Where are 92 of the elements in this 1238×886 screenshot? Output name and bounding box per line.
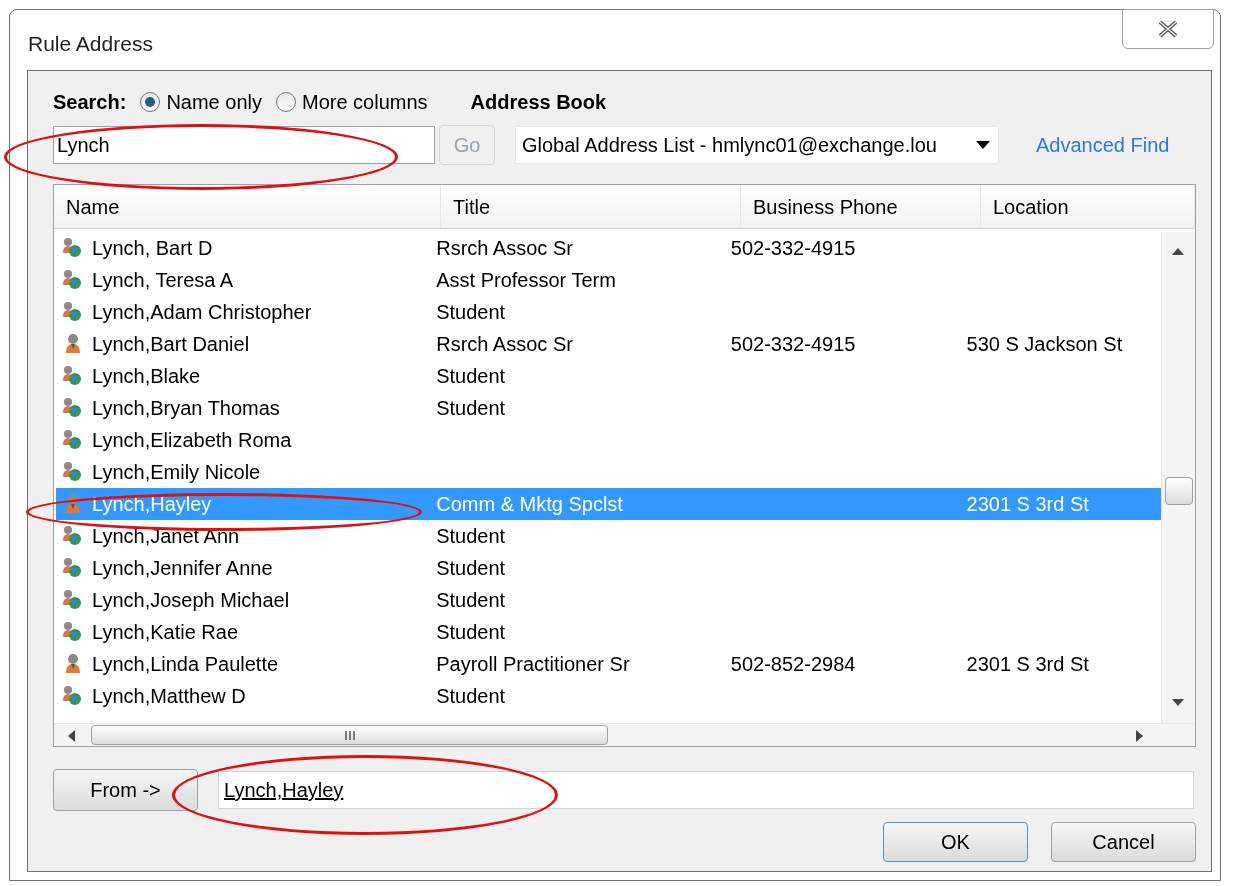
contact-globe-icon: [62, 461, 84, 483]
scroll-down-icon: [1172, 699, 1184, 706]
radio-label[interactable]: More columns: [302, 87, 428, 117]
contact-globe-icon: [62, 589, 84, 611]
scroll-up-icon: [1172, 248, 1184, 255]
name-cell-text: Lynch,Matthew D: [92, 684, 246, 709]
name-cell-text: Lynch,Katie Rae: [92, 620, 238, 645]
name-cell-text: Lynch,Elizabeth Roma: [92, 428, 292, 453]
title-cell: Student: [436, 589, 506, 611]
location-cell: 530 S Jackson St: [966, 333, 1123, 355]
name-cell-text: Lynch,Joseph Michael: [92, 588, 290, 613]
dropdown-value: Global Address List - hmlync01@exchange.lou: [522, 133, 938, 158]
location-cell: 2301 S 3rd St: [966, 653, 1089, 675]
name-cell-text: Lynch,Janet Ann: [92, 524, 240, 549]
dropdown-arrow-icon: [976, 141, 990, 149]
contact-row[interactable]: Lynch, Bart D Rsrch Assoc Sr 502-332-4915: [56, 232, 1161, 264]
name-cell-text: Lynch,Linda Paulette: [92, 652, 279, 677]
name-cell-text: Lynch,Adam Christopher: [92, 300, 312, 325]
column-header[interactable]: Location: [981, 185, 1195, 228]
phone-cell: 502-332-4915: [730, 237, 856, 259]
contact-globe-icon: [62, 269, 84, 291]
contact-globe-icon: [62, 525, 84, 547]
contact-row[interactable]: Lynch,Katie Rae Student: [56, 616, 1161, 648]
title-cell: Student: [436, 557, 506, 579]
scrollbar-thumb[interactable]: [1165, 477, 1193, 505]
title-cell: Rsrch Assoc Sr: [436, 333, 573, 355]
contact-globe-icon: [62, 429, 84, 451]
title-cell: Student: [436, 301, 506, 323]
contact-globe-icon: [62, 685, 84, 707]
contact-row[interactable]: Lynch,Adam Christopher Student: [56, 296, 1161, 328]
phone-cell: 502-332-4915: [730, 333, 856, 355]
location-cell: 2301 S 3rd St: [966, 493, 1089, 515]
title-cell: Rsrch Assoc Sr: [436, 237, 573, 259]
horizontal-scrollbar[interactable]: [54, 723, 1195, 746]
address-book-label: Address Book: [470, 90, 607, 115]
radio-button[interactable]: [276, 92, 296, 112]
contact-globe-icon: [62, 397, 84, 419]
column-header[interactable]: Title: [441, 185, 741, 228]
title-cell: Student: [436, 621, 506, 643]
contact-row[interactable]: Lynch,Linda Paulette Payroll Practitioner Sr 502-852-2984 2301 S 3rd St: [56, 648, 1161, 680]
contact-globe-icon: [62, 365, 84, 387]
title-cell: Comm & Mktg Spclst: [436, 493, 623, 515]
grip-icon: [344, 730, 355, 740]
contact-globe-icon: [62, 557, 84, 579]
name-cell-text: Lynch, Teresa A: [92, 268, 234, 293]
close-button[interactable]: [1122, 9, 1214, 49]
search-field[interactable]: Lynch: [53, 126, 435, 164]
contact-row[interactable]: Lynch, Teresa A Asst Professor Term: [56, 264, 1161, 296]
close-icon: [1157, 20, 1179, 38]
name-cell-text: Lynch,Blake: [92, 364, 201, 389]
scroll-right-icon: [1136, 730, 1143, 742]
title-cell: Student: [436, 365, 506, 387]
column-header[interactable]: Name: [54, 185, 441, 228]
name-cell-text: Lynch,Bart Daniel: [92, 332, 250, 357]
advanced-find-link[interactable]: Advanced Find: [1036, 130, 1170, 160]
name-cell-text: Lynch,Emily Nicole: [92, 460, 261, 485]
contact-row[interactable]: Lynch,Jennifer Anne Student: [56, 552, 1161, 584]
contact-globe-icon: [62, 301, 84, 323]
search-label: Search:: [53, 90, 127, 115]
contact-globe-icon: [62, 237, 84, 259]
cancel-button[interactable]: Cancel: [1051, 822, 1196, 862]
vertical-scrollbar[interactable]: [1161, 232, 1195, 723]
radio-button[interactable]: [140, 92, 161, 112]
phone-cell: 502-852-2984: [730, 653, 856, 675]
column-header[interactable]: Business Phone: [741, 185, 981, 228]
contact-row[interactable]: Lynch,Janet Ann Student: [56, 520, 1161, 552]
contact-row[interactable]: Lynch,Matthew D Student: [56, 680, 1161, 712]
name-cell-text: Lynch,Jennifer Anne: [92, 556, 273, 581]
from-button[interactable]: From ->: [53, 769, 198, 811]
name-cell-text: Lynch,Bryan Thomas: [92, 396, 280, 421]
title-cell: Payroll Practitioner Sr: [436, 653, 630, 675]
title-cell: Asst Professor Term: [436, 269, 616, 291]
title-cell: Student: [436, 525, 506, 547]
contact-row[interactable]: Lynch,Bart Daniel Rsrch Assoc Sr 502-332-4915 530 S Jackson St: [56, 328, 1161, 360]
ok-button[interactable]: OK: [883, 822, 1028, 862]
window-title: Rule Address: [28, 31, 153, 57]
contact-globe-icon: [62, 621, 84, 643]
title-cell: Student: [436, 685, 506, 707]
name-cell-text: Lynch, Bart D: [92, 236, 213, 261]
recipient-name[interactable]: Lynch,Hayley: [224, 775, 344, 805]
title-cell: Student: [436, 397, 506, 419]
contact-row[interactable]: Lynch,Blake Student: [56, 360, 1161, 392]
contact-row[interactable]: Lynch,Joseph Michael Student: [56, 584, 1161, 616]
name-cell-text: Lynch,Hayley: [92, 492, 212, 517]
recipient-field[interactable]: Lynch,Hayley: [218, 771, 1194, 809]
contact-row[interactable]: Lynch,Emily Nicole: [56, 456, 1161, 488]
radio-label[interactable]: Name only: [166, 87, 262, 117]
address-book-dropdown[interactable]: Global Address List - hmlync01@exchange.lou: [515, 126, 999, 164]
scroll-left-icon: [68, 730, 75, 742]
contact-row[interactable]: Lynch,Bryan Thomas Student: [56, 392, 1161, 424]
contact-row[interactable]: Lynch,Elizabeth Roma: [56, 424, 1161, 456]
scrollbar-thumb[interactable]: [91, 725, 608, 745]
